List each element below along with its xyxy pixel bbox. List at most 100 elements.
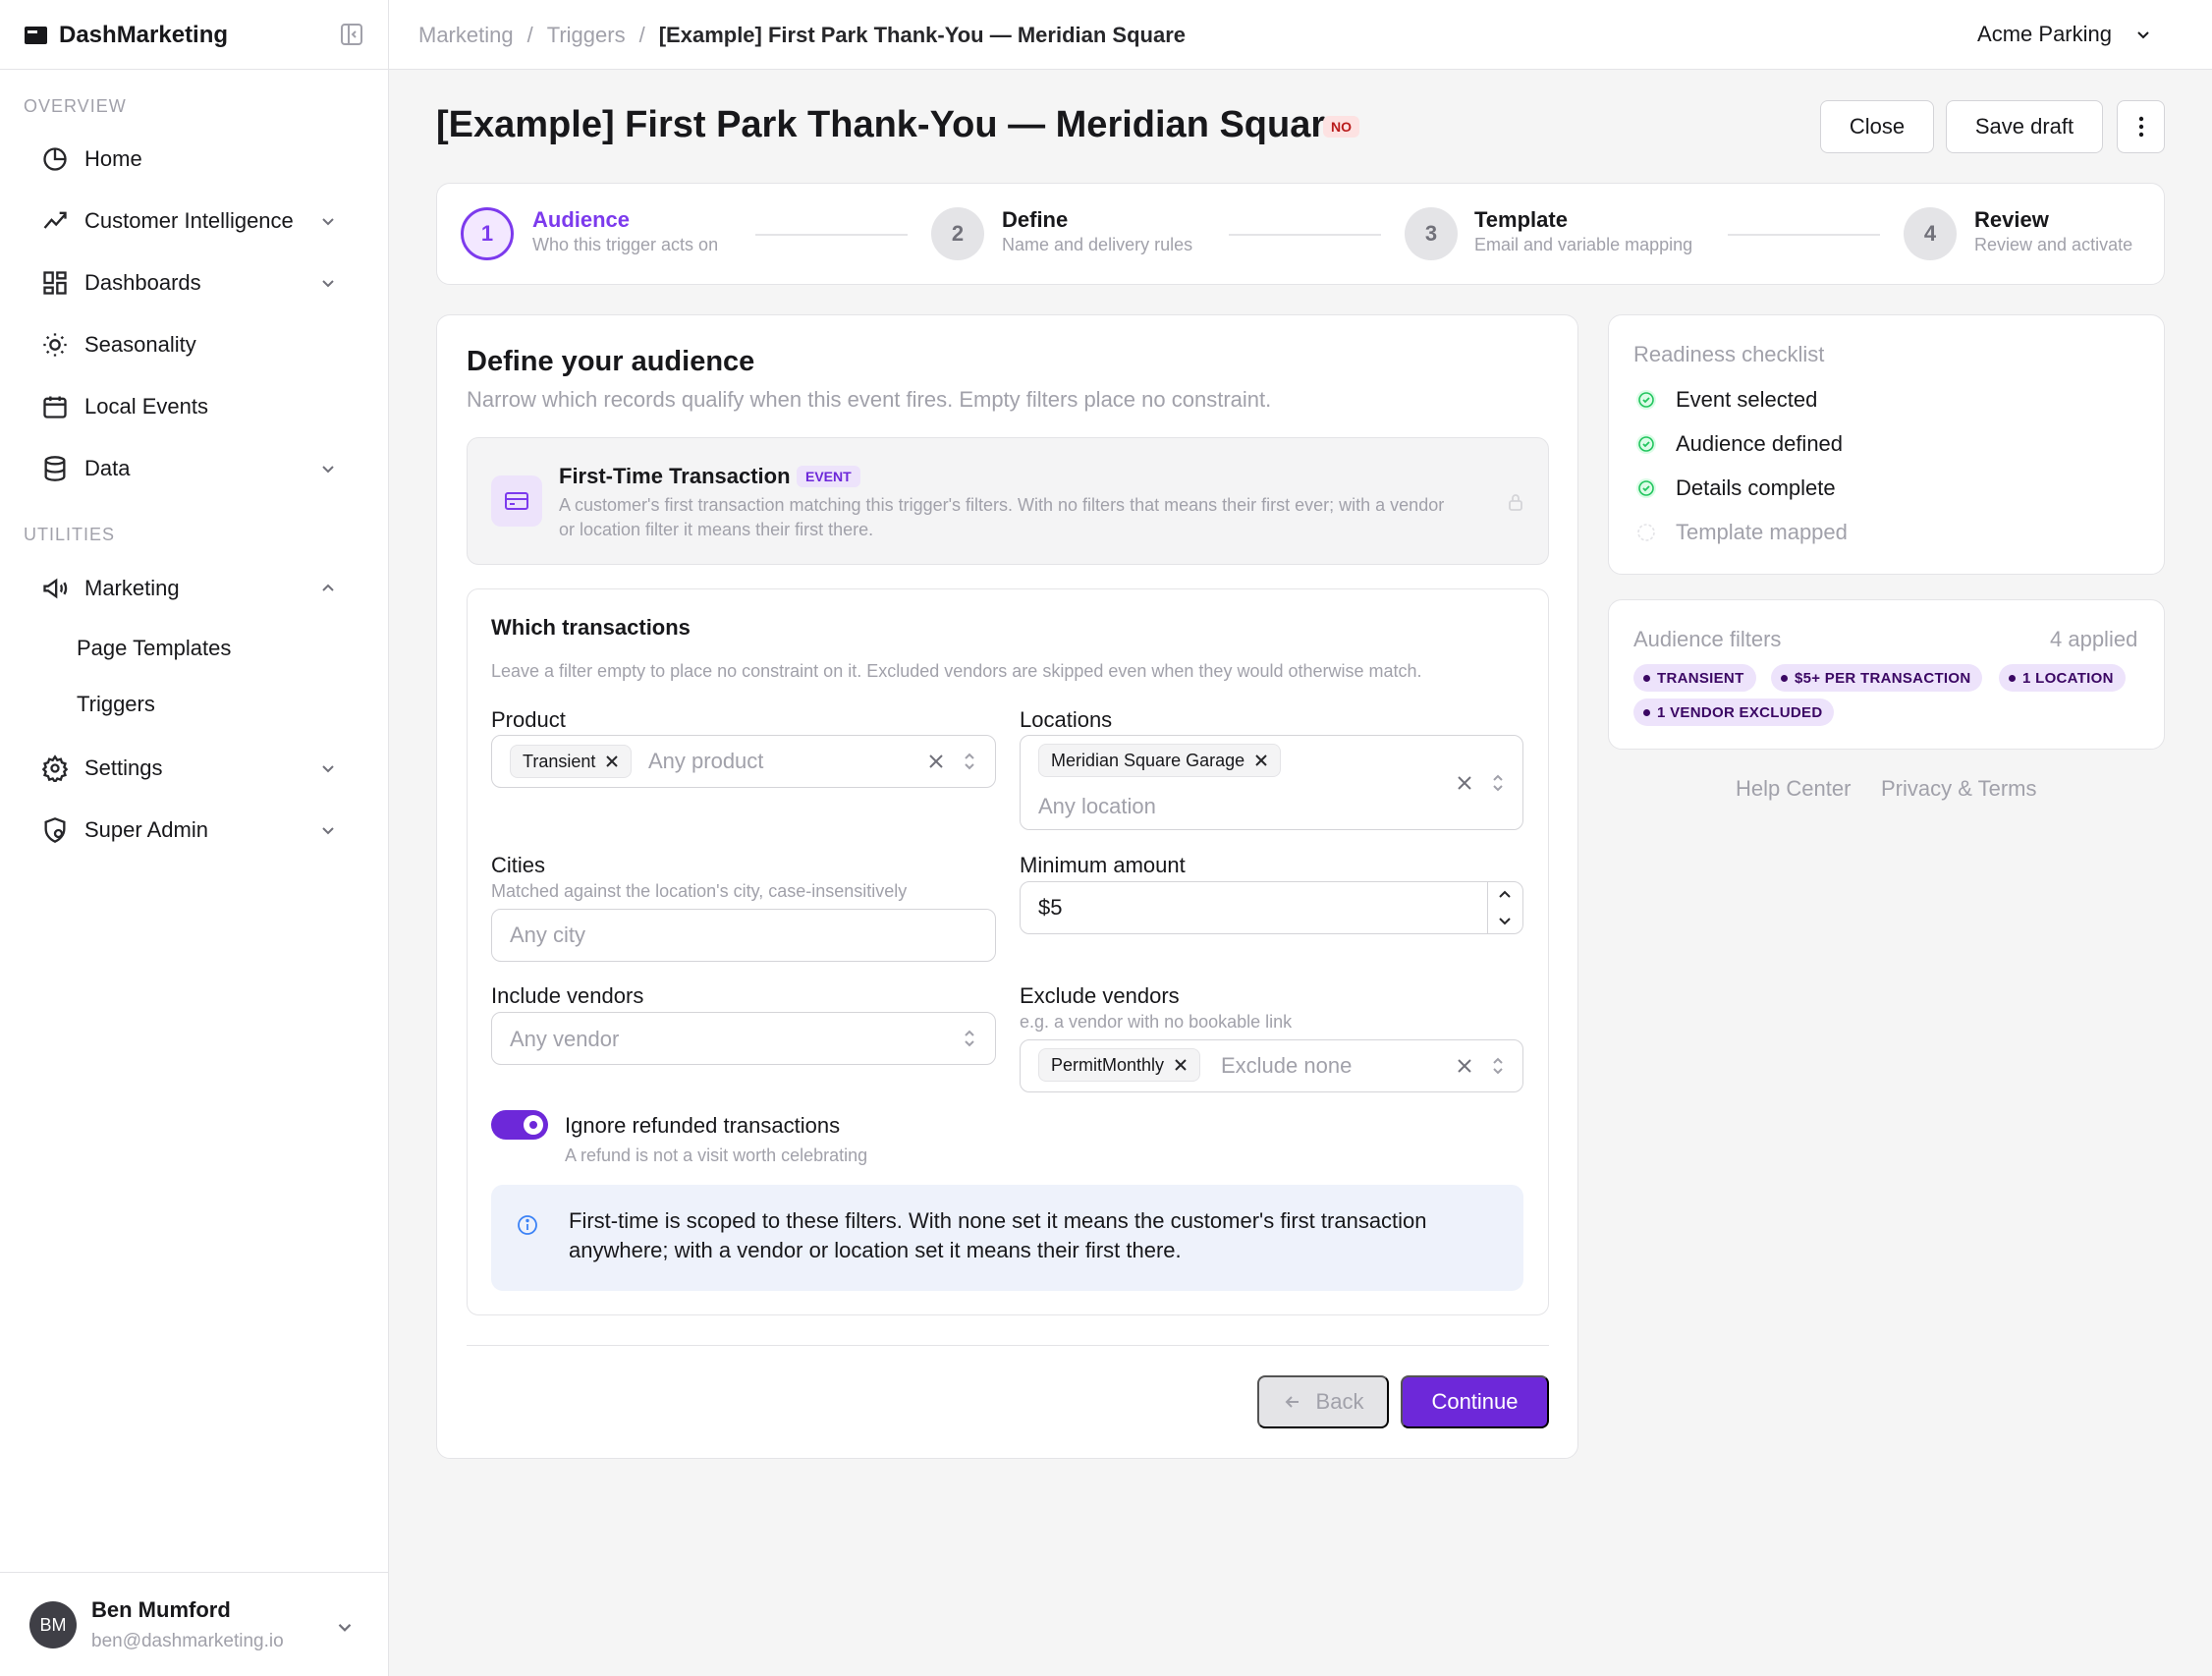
chevron-down-icon xyxy=(322,827,334,835)
sidebar-item-dashboards[interactable]: Dashboards xyxy=(20,255,350,310)
sort-icon xyxy=(965,1030,974,1047)
continue-button[interactable]: Continue xyxy=(1401,1375,1549,1428)
sidebar-item-label: Home xyxy=(84,146,142,171)
filter-tag: 1 LOCATION xyxy=(1999,664,2126,692)
arrow-left-icon xyxy=(1285,1396,1299,1408)
decrement-icon[interactable] xyxy=(1497,913,1513,928)
step-1-title[interactable]: Audience xyxy=(532,207,630,233)
location-chip[interactable]: Meridian Square Garage xyxy=(1038,744,1282,777)
ignore-refunds-hint: A refund is not a visit worth celebratin… xyxy=(565,1145,868,1165)
breadcrumb-current: [Example] First Park Thank-You — Meridia… xyxy=(658,23,1186,47)
breadcrumb-separator: / xyxy=(638,23,645,47)
checklist-label: Event selected xyxy=(1676,387,1818,412)
sidebar-item-label: Seasonality xyxy=(84,332,196,357)
step-3-title[interactable]: Template xyxy=(1474,207,1568,233)
user-email: ben@dashmarketing.io xyxy=(91,1631,284,1651)
clear-icon[interactable] xyxy=(1456,774,1473,792)
product-label: Product xyxy=(491,707,566,732)
event-summary: First-Time Transaction EVENT A customer'… xyxy=(467,437,1549,565)
dashboard-icon xyxy=(43,271,67,295)
user-name: Ben Mumford xyxy=(91,1597,231,1622)
sidebar-item-label: Data xyxy=(84,456,131,480)
sidebar-item-settings[interactable]: Settings xyxy=(20,741,350,796)
filters-title: Audience filters xyxy=(1633,627,1782,651)
avatar[interactable]: BM xyxy=(29,1601,77,1648)
excluded-vendor-chip[interactable]: PermitMonthly xyxy=(1038,1048,1201,1082)
product-chip[interactable]: Transient xyxy=(510,745,633,778)
step-connector xyxy=(1728,234,1880,236)
breadcrumb-marketing[interactable]: Marketing xyxy=(418,23,514,48)
include-vendors-placeholder: Any vendor xyxy=(510,1027,620,1051)
privacy-terms-link[interactable]: Privacy & Terms xyxy=(1881,776,2037,802)
step-3-subtitle: Email and variable mapping xyxy=(1474,235,1693,254)
pie-chart-icon xyxy=(43,147,67,171)
shield-user-icon xyxy=(44,817,66,843)
save-draft-button[interactable]: Save draft xyxy=(1946,100,2103,153)
sidebar-item-label: Settings xyxy=(84,755,163,780)
status-badge: NO xyxy=(1323,116,1359,138)
clear-icon[interactable] xyxy=(1456,1057,1473,1075)
sidebar-item-super-admin[interactable]: Super Admin xyxy=(20,803,350,858)
cities-label: Cities xyxy=(491,853,546,877)
breadcrumb-triggers[interactable]: Triggers xyxy=(547,23,626,48)
ignore-refunds-toggle[interactable] xyxy=(491,1110,548,1140)
exclude-vendors-hint: e.g. a vendor with no bookable link xyxy=(1020,1012,1293,1032)
step-1-indicator[interactable]: 1 xyxy=(461,207,514,260)
filter-tag: 1 VENDOR EXCLUDED xyxy=(1633,698,1835,726)
step-4-subtitle: Review and activate xyxy=(1974,235,2133,254)
min-amount-value: $5 xyxy=(1038,895,1063,920)
ignore-refunds-label: Ignore refunded transactions xyxy=(565,1113,841,1138)
filter-tag-label: 1 VENDOR EXCLUDED xyxy=(1657,703,1823,721)
megaphone-icon xyxy=(43,578,68,599)
step-3-indicator[interactable]: 3 xyxy=(1405,207,1458,260)
sidebar-subitem-page-templates[interactable]: Page Templates xyxy=(77,636,231,661)
more-options-button[interactable] xyxy=(2117,100,2165,153)
sidebar-subitem-triggers[interactable]: Triggers xyxy=(77,692,155,717)
pending-circle-icon xyxy=(1637,524,1655,541)
checklist-item: Template mapped xyxy=(1634,520,1848,545)
chevron-up-icon xyxy=(322,584,334,591)
cities-hint: Matched against the location's city, cas… xyxy=(491,881,908,901)
filter-tag-label: 1 LOCATION xyxy=(2022,669,2114,687)
transactions-subtitle: Leave a filter empty to place no constra… xyxy=(491,661,1422,681)
section-utilities: UTILITIES xyxy=(24,525,116,544)
step-2-title[interactable]: Define xyxy=(1002,207,1068,233)
close-button[interactable]: Close xyxy=(1820,100,1934,153)
locations-placeholder: Any location xyxy=(1038,794,1156,818)
chevron-down-icon[interactable] xyxy=(334,1616,356,1638)
back-label: Back xyxy=(1315,1389,1364,1414)
increment-icon[interactable] xyxy=(1497,887,1513,903)
step-4-indicator[interactable]: 4 xyxy=(1904,207,1957,260)
sidebar-toggle-icon[interactable] xyxy=(339,22,364,47)
check-circle-icon xyxy=(1636,390,1656,410)
help-center-link[interactable]: Help Center xyxy=(1736,776,1851,802)
chevron-down-icon xyxy=(322,765,334,773)
sidebar-item-data[interactable]: Data xyxy=(20,441,350,496)
stepper: 1 Audience Who this trigger acts on 2 De… xyxy=(436,183,2165,285)
sidebar-item-local-events[interactable]: Local Events xyxy=(20,379,350,434)
remove-chip-icon[interactable] xyxy=(1254,754,1268,767)
transactions-title: Which transactions xyxy=(491,615,691,640)
filter-tag: $5+ PER TRANSACTION xyxy=(1771,664,1983,692)
step-4-title[interactable]: Review xyxy=(1974,207,2049,233)
chip-label: Meridian Square Garage xyxy=(1051,750,1245,770)
sidebar-item-marketing[interactable]: Marketing xyxy=(20,561,350,616)
step-2-indicator[interactable]: 2 xyxy=(931,207,984,260)
event-description: A customer's first transaction matching … xyxy=(559,495,1445,539)
sidebar-item-seasonality[interactable]: Seasonality xyxy=(20,317,350,372)
checklist-label: Details complete xyxy=(1676,475,1836,500)
back-button[interactable]: Back xyxy=(1257,1375,1389,1428)
sidebar-item-customer-intelligence[interactable]: Customer Intelligence xyxy=(20,194,350,249)
sidebar-item-home[interactable]: Home xyxy=(20,132,350,187)
brand-logo[interactable]: DashMarketing xyxy=(24,22,228,49)
min-amount-input[interactable] xyxy=(1020,881,1523,934)
remove-chip-icon[interactable] xyxy=(1174,1058,1188,1072)
org-switcher[interactable]: Acme Parking xyxy=(1977,22,2153,47)
check-circle-icon xyxy=(1636,434,1656,454)
topbar: Marketing / Triggers / [Example] First P… xyxy=(389,0,2212,70)
remove-chip-icon[interactable] xyxy=(605,754,619,768)
event-title: First-Time Transaction xyxy=(559,464,791,488)
locations-label: Locations xyxy=(1020,707,1113,732)
clear-icon[interactable] xyxy=(927,753,945,770)
section-title: Define your audience xyxy=(467,346,755,377)
